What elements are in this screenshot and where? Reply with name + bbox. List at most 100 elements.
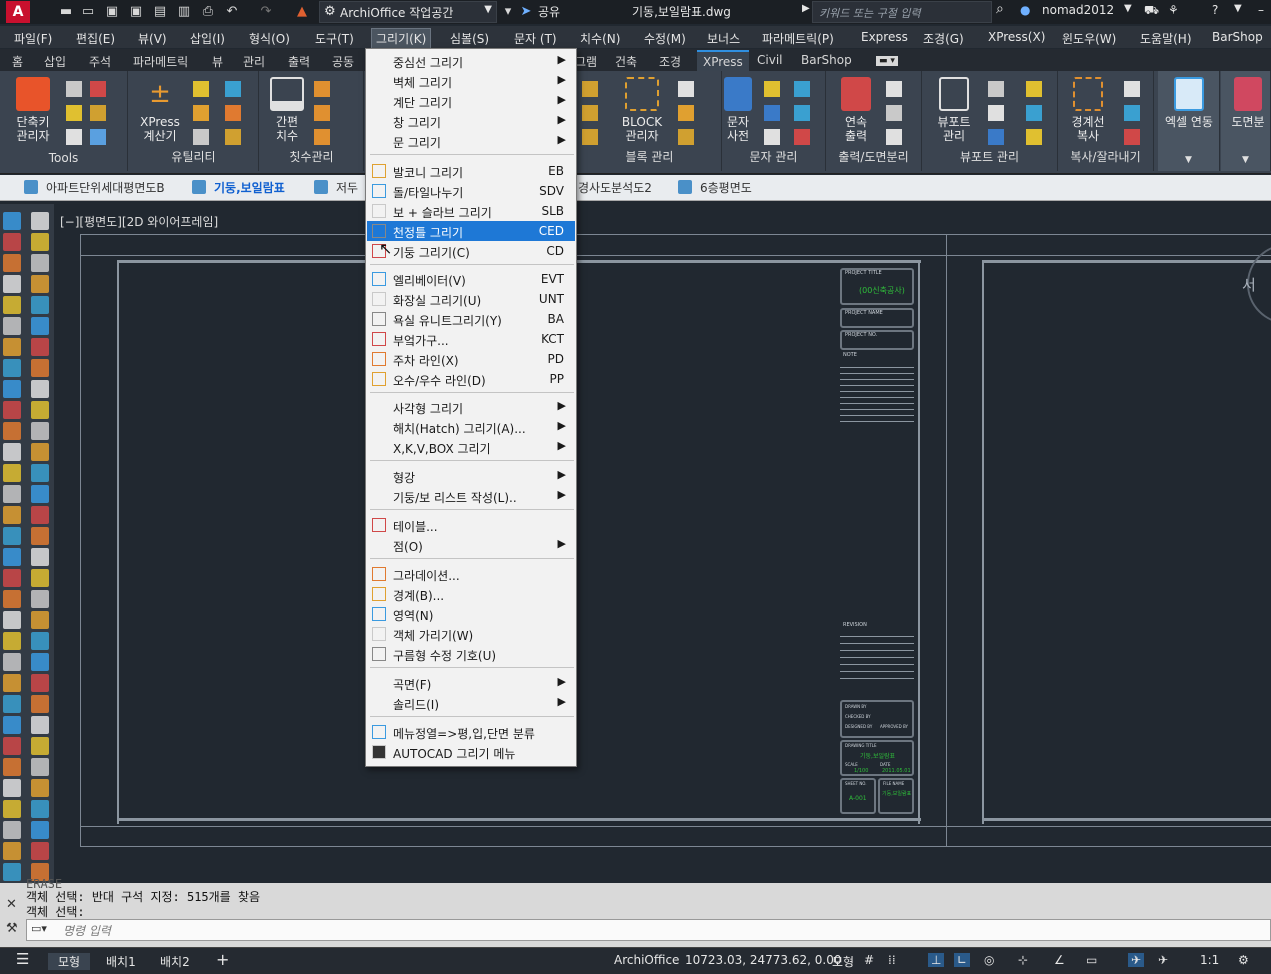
toolbar-tool-icon[interactable] <box>3 779 21 797</box>
toolbar-tool-icon[interactable] <box>3 212 21 230</box>
toolbar-tool-icon[interactable] <box>31 590 49 608</box>
toolbar-tool-icon[interactable] <box>3 674 21 692</box>
toolbar-tool-icon[interactable] <box>3 863 21 881</box>
menu-item[interactable]: 경계(B)... <box>367 584 575 604</box>
toolbar-tool-icon[interactable] <box>3 464 21 482</box>
toolbar-tool-icon[interactable] <box>3 842 21 860</box>
tool-icon[interactable] <box>90 129 106 145</box>
tool-icon[interactable] <box>886 129 902 145</box>
tool-icon[interactable] <box>1026 129 1042 145</box>
toolbar-tool-icon[interactable] <box>31 338 49 356</box>
menu-express[interactable]: Express <box>861 30 908 44</box>
tab-architecture[interactable]: 건축 <box>615 53 637 70</box>
toolbar-tool-icon[interactable] <box>3 611 21 629</box>
menu-item[interactable]: X,K,V,BOX 그리기 ▶ <box>367 437 575 457</box>
lineweight-icon[interactable]: ∠ <box>1054 953 1065 967</box>
tool-icon[interactable] <box>582 81 598 97</box>
toolbar-tool-icon[interactable] <box>3 317 21 335</box>
tab-output[interactable]: 출력 <box>288 53 310 70</box>
tab-model[interactable]: 모형 <box>48 953 91 970</box>
grid-icon[interactable]: # <box>864 953 874 967</box>
menu-item[interactable]: 부엌가구... KCT <box>367 329 575 349</box>
xpress-calc-button[interactable]: ± XPress 계산기 <box>135 77 185 143</box>
shortcut-manager-button[interactable]: 단축키 관리자 <box>8 77 58 143</box>
toolbar-tool-icon[interactable] <box>3 737 21 755</box>
model-space-toggle[interactable]: 모형 <box>832 953 854 970</box>
tool-icon[interactable] <box>678 105 694 121</box>
toolbar-tool-icon[interactable] <box>31 401 49 419</box>
tab-program[interactable]: 그램 <box>575 53 597 70</box>
menu-item[interactable]: 메뉴정열=>평,입,단면 분류 <box>367 722 575 742</box>
toolbar-tool-icon[interactable] <box>31 443 49 461</box>
menu-item[interactable]: 객체 가리기(W) <box>367 624 575 644</box>
quick-dim-button[interactable]: 간편 치수 <box>264 77 310 143</box>
tool-icon[interactable] <box>225 81 241 97</box>
menu-format[interactable]: 형식(O) <box>249 30 290 47</box>
tool-icon[interactable] <box>764 81 780 97</box>
tab-xpress[interactable]: XPress <box>697 50 749 72</box>
tool-icon[interactable] <box>988 105 1004 121</box>
toolbar-tool-icon[interactable] <box>3 569 21 587</box>
search-input[interactable]: 키워드 또는 구절 입력 <box>812 1 992 23</box>
annotation-scale[interactable]: 1:1 <box>1200 953 1219 967</box>
menu-item[interactable]: 기둥/보 리스트 작성(L).. ▶ <box>367 486 575 506</box>
menu-modify[interactable]: 수정(M) <box>644 30 686 47</box>
chevron-down-icon[interactable]: ▼ <box>1221 155 1270 165</box>
menu-parametric[interactable]: 파라메트릭(P) <box>762 30 834 47</box>
tool-icon[interactable] <box>582 105 598 121</box>
menu-item[interactable]: 주차 라인(X) PD <box>367 349 575 369</box>
tool-icon[interactable] <box>225 129 241 145</box>
toolbar-tool-icon[interactable] <box>31 779 49 797</box>
tool-icon[interactable] <box>886 105 902 121</box>
tab-barshop[interactable]: BarShop <box>801 53 852 67</box>
toolbar-tool-icon[interactable] <box>3 716 21 734</box>
menu-item[interactable]: 점(O) ▶ <box>367 535 575 555</box>
toolbar-tool-icon[interactable] <box>31 737 49 755</box>
user-icon[interactable]: ● <box>1020 3 1030 17</box>
tool-icon[interactable] <box>764 129 780 145</box>
toolbar-tool-icon[interactable] <box>3 443 21 461</box>
polar-icon[interactable]: ◎ <box>984 953 994 967</box>
print-icon[interactable]: ⎙ <box>200 4 216 20</box>
file-tab[interactable]: 저두 <box>314 179 358 196</box>
toolbar-tool-icon[interactable] <box>3 338 21 356</box>
file-tab-active[interactable]: 기둥,보일람표 <box>192 179 285 196</box>
toolbar-tool-icon[interactable] <box>3 632 21 650</box>
chevron-right-icon[interactable]: ▶ <box>802 3 810 14</box>
tool-icon[interactable] <box>314 105 330 121</box>
menu-bonus[interactable]: 보너스 <box>707 30 740 47</box>
menu-barshop[interactable]: BarShop <box>1212 30 1263 44</box>
hamburger-icon[interactable]: ☰ <box>16 950 29 968</box>
gear-icon[interactable]: ⚙ <box>1238 953 1249 967</box>
menu-landscape[interactable]: 조경(G) <box>923 30 964 47</box>
tab-layout2[interactable]: 배치2 <box>160 953 190 970</box>
chevron-down-icon[interactable]: ▼ <box>1124 3 1132 14</box>
tool-icon[interactable] <box>1124 81 1140 97</box>
tab-civil[interactable]: Civil <box>757 53 782 67</box>
undo-icon[interactable]: ↶ <box>224 4 240 20</box>
menu-dimension[interactable]: 치수(N) <box>580 30 620 47</box>
tool-icon[interactable] <box>90 105 106 121</box>
toolbar-tool-icon[interactable] <box>3 695 21 713</box>
file-tab[interactable]: 경사도분석도2 <box>578 179 652 196</box>
app-store-icon[interactable]: ⚘ <box>1168 3 1179 17</box>
toolbar-tool-icon[interactable] <box>3 653 21 671</box>
menu-item[interactable]: 화장실 그리기(U) UNT <box>367 289 575 309</box>
toolbar-tool-icon[interactable] <box>3 800 21 818</box>
drawing-canvas[interactable]: [−][평면도][2D 와이어프레임] 서 PROJECT TITLE (00신… <box>56 204 1271 883</box>
menu-item[interactable]: 발코니 그리기 EB <box>367 161 575 181</box>
search-tool-icon[interactable] <box>66 81 82 97</box>
menu-item[interactable]: 해치(Hatch) 그리기(A)... ▶ <box>367 417 575 437</box>
search-icon[interactable]: ⌕ <box>996 1 1004 17</box>
toolbar-tool-icon[interactable] <box>31 842 49 860</box>
tab-parametric[interactable]: 파라메트릭 <box>133 53 188 70</box>
toolbar-tool-icon[interactable] <box>3 359 21 377</box>
menu-item[interactable]: 영역(N) <box>367 604 575 624</box>
tool-icon[interactable] <box>678 81 694 97</box>
save-icon[interactable]: ▣ <box>104 4 120 20</box>
tool-icon[interactable] <box>66 129 82 145</box>
tool-icon[interactable] <box>794 105 810 121</box>
menu-item[interactable]: 보 + 슬라브 그리기 SLB <box>367 201 575 221</box>
chevron-down-icon[interactable]: ▾ <box>500 4 516 20</box>
user-name[interactable]: nomad2012 <box>1042 3 1114 17</box>
